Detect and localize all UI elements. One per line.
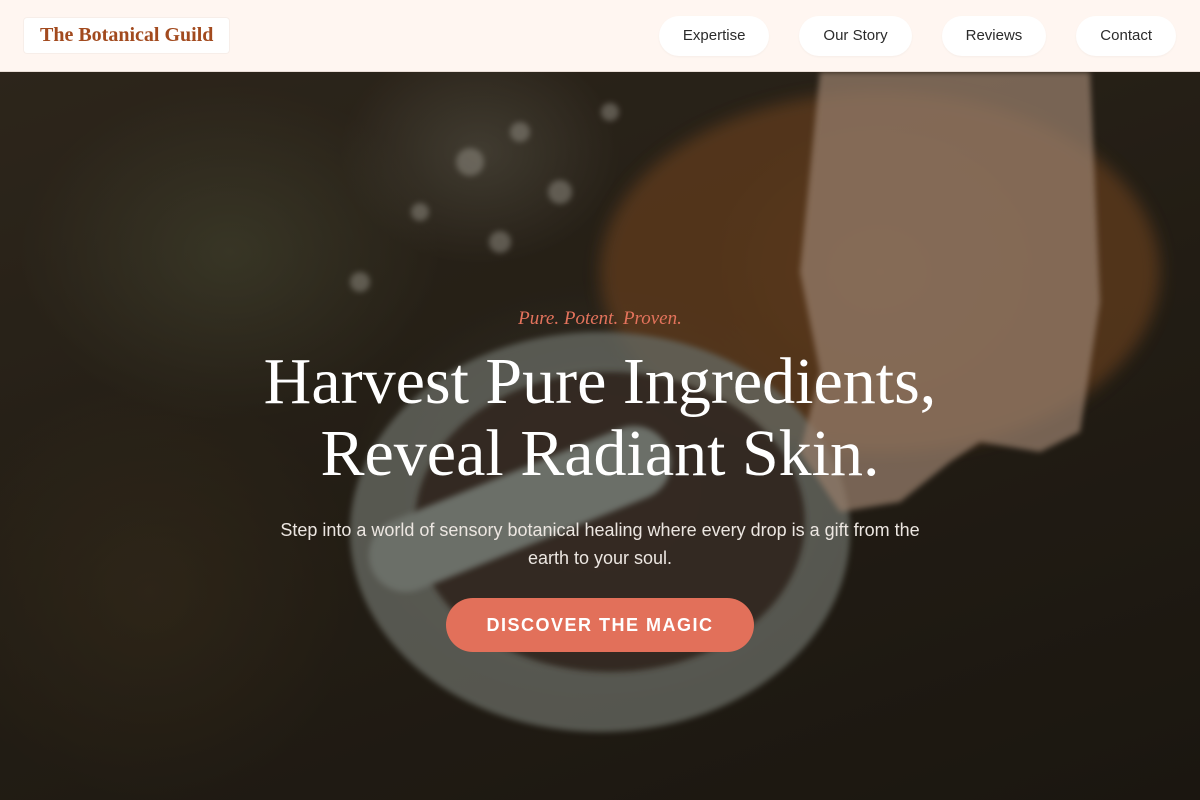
hero-content: Pure. Potent. Proven. Harvest Pure Ingre… (0, 72, 1200, 800)
nav-item-reviews[interactable]: Reviews (941, 15, 1047, 56)
headline-line-1: Harvest Pure Ingredients, (263, 345, 937, 418)
brand-logo[interactable]: The Botanical Guild (24, 18, 230, 53)
nav-item-expertise[interactable]: Expertise (658, 15, 770, 56)
discover-button[interactable]: DISCOVER THE MAGIC (446, 598, 754, 652)
hero-headline: Harvest Pure Ingredients, Reveal Radiant… (264, 346, 937, 490)
nav-item-our-story[interactable]: Our Story (799, 15, 912, 56)
headline-line-2: Reveal Radiant Skin. (320, 417, 880, 490)
hero-section: Pure. Potent. Proven. Harvest Pure Ingre… (0, 72, 1200, 800)
hero-tagline: Pure. Potent. Proven. (518, 308, 682, 329)
hero-subtext: Step into a world of sensory botanical h… (280, 520, 920, 568)
main-nav: Expertise Our Story Reviews Contact (658, 15, 1176, 56)
nav-item-contact[interactable]: Contact (1076, 15, 1176, 56)
site-header: The Botanical Guild Expertise Our Story … (0, 0, 1200, 72)
